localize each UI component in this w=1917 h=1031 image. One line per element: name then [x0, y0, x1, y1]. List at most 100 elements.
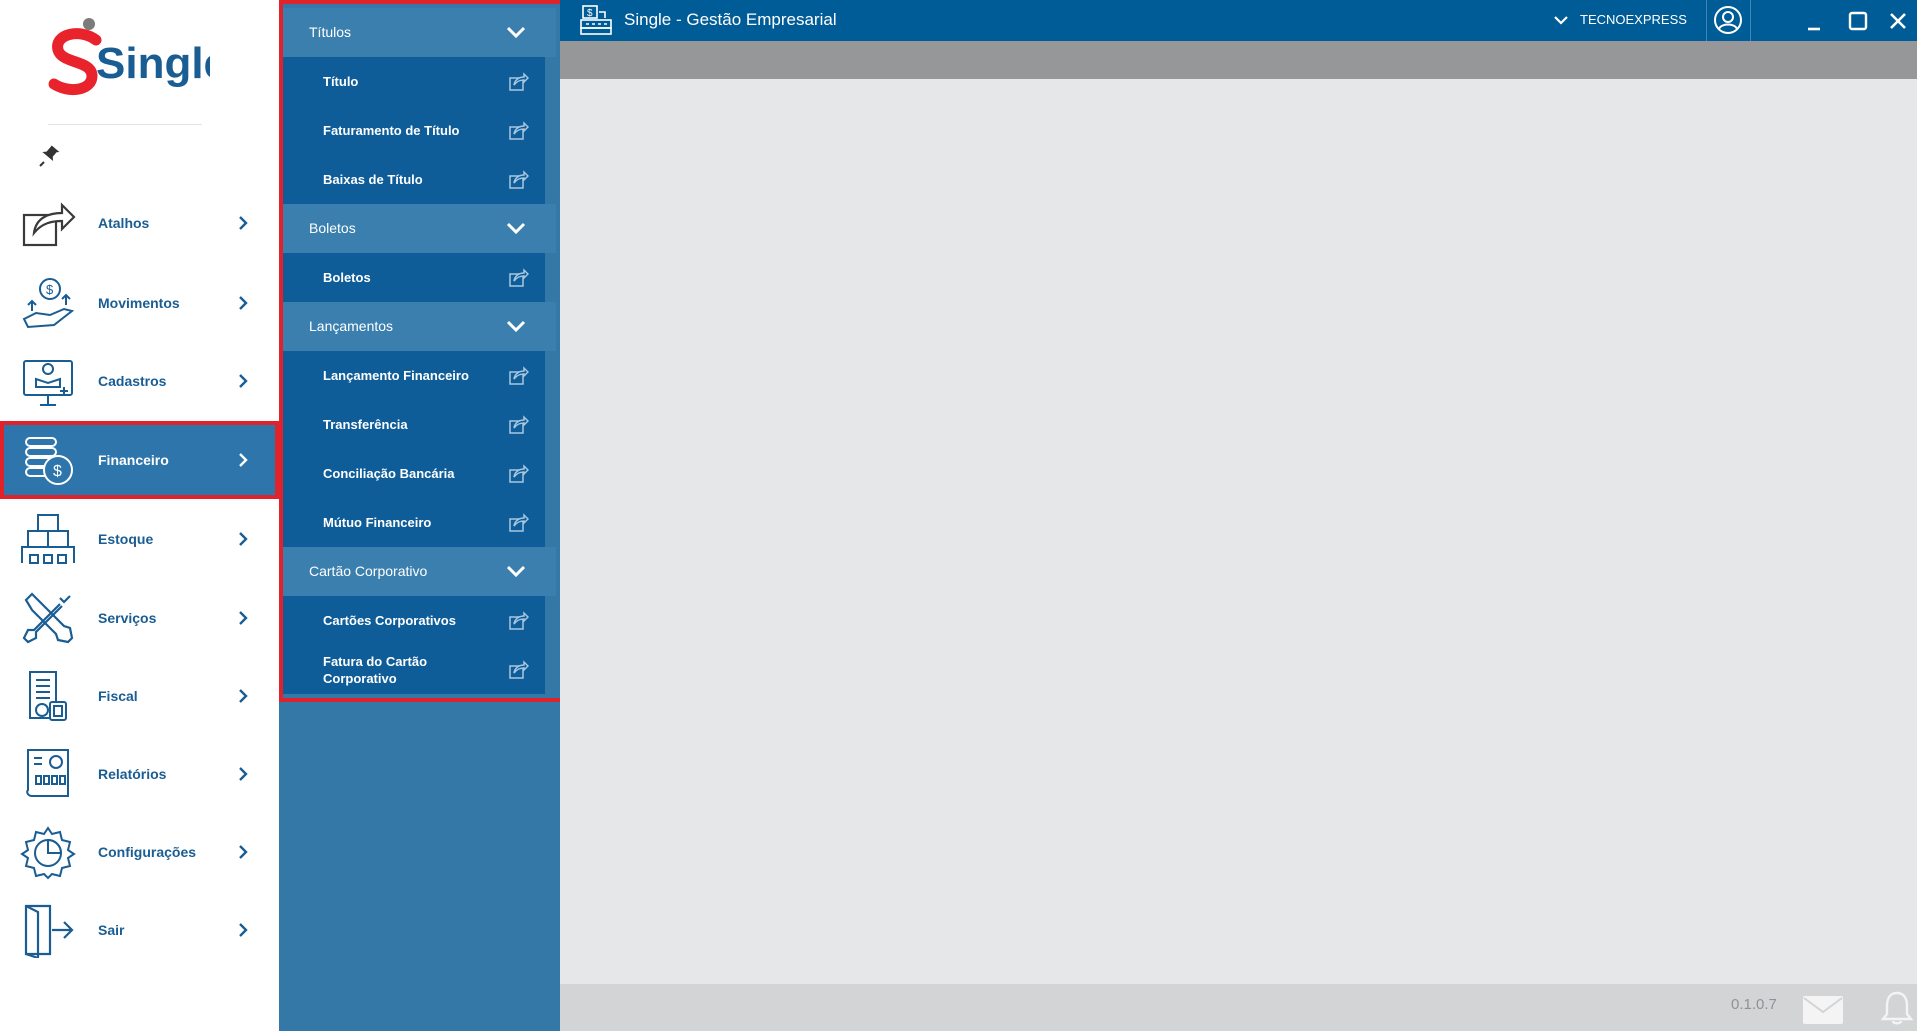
submenu-item-conciliacao-bancaria[interactable]: Conciliação Bancária — [283, 449, 545, 498]
sidebar-item-label: Relatórios — [98, 766, 167, 782]
section-title: Títulos — [309, 24, 352, 40]
open-external-icon[interactable] — [509, 660, 530, 679]
logo-divider — [48, 124, 202, 125]
sidebar-item-servicos[interactable]: Serviços — [0, 579, 279, 657]
submenu-item-boletos[interactable]: Boletos — [283, 253, 545, 302]
sidebar-item-cadastros[interactable]: Cadastros — [0, 342, 279, 420]
open-external-icon[interactable] — [509, 121, 530, 140]
submenu-item-faturamento-titulo[interactable]: Faturamento de Título — [283, 106, 545, 155]
submenu-item-label: Baixas de Título — [323, 172, 423, 187]
submenu-item-baixas-titulo[interactable]: Baixas de Título — [283, 155, 545, 204]
submenu-item-cartoes-corporativos[interactable]: Cartões Corporativos — [283, 596, 545, 645]
submenu-item-label: Conciliação Bancária — [323, 466, 455, 481]
open-external-icon[interactable] — [509, 170, 530, 189]
sidebar-item-label: Financeiro — [98, 452, 169, 468]
pin-icon[interactable] — [36, 142, 62, 168]
fiscal-doc-icon — [20, 668, 76, 724]
submenu-item-label: Transferência — [323, 417, 408, 432]
submenu-item-label: Faturamento de Título — [323, 123, 460, 138]
chevron-right-icon — [236, 451, 250, 469]
submenu-item-label: Cartões Corporativos — [323, 613, 456, 628]
close-button[interactable] — [1884, 7, 1912, 35]
single-logo: Single — [40, 14, 228, 106]
submenu-item-label: Mútuo Financeiro — [323, 515, 432, 530]
chevron-right-icon — [236, 609, 250, 627]
open-external-icon[interactable] — [509, 366, 530, 385]
status-bar: 0.1.0.7 — [560, 984, 1917, 1031]
section-cartao-corporativo[interactable]: Cartão Corporativo — [283, 547, 556, 596]
submenu-item-transferencia[interactable]: Transferência — [283, 400, 545, 449]
sidebar-item-label: Atalhos — [98, 215, 150, 231]
chevron-right-icon — [236, 372, 250, 390]
coins-icon: $ — [20, 432, 76, 488]
chevron-right-icon — [236, 765, 250, 783]
open-external-icon[interactable] — [509, 415, 530, 434]
chevron-right-icon — [236, 843, 250, 861]
submenu-item-lancamento-financeiro[interactable]: Lançamento Financeiro — [283, 351, 545, 400]
section-title: Boletos — [309, 220, 356, 236]
sidebar-item-label: Movimentos — [98, 295, 180, 311]
sidebar-item-label: Sair — [98, 922, 125, 938]
sidebar-item-financeiro[interactable]: $ Financeiro — [0, 421, 279, 499]
section-lancamentos[interactable]: Lançamentos — [283, 302, 556, 351]
chevron-down-icon — [505, 562, 527, 580]
open-external-icon[interactable] — [509, 268, 530, 287]
bell-icon[interactable] — [1880, 990, 1914, 1026]
tabs-bar — [560, 41, 1917, 79]
sidebar-item-label: Estoque — [98, 531, 154, 547]
report-icon — [20, 746, 76, 802]
section-titulos[interactable]: Títulos — [283, 8, 556, 57]
sidebar-item-fiscal[interactable]: Fiscal — [0, 657, 279, 735]
mail-icon[interactable] — [1802, 995, 1844, 1025]
submenu-item-label: Título — [323, 74, 359, 89]
sidebar-item-label: Cadastros — [98, 373, 167, 389]
maximize-button[interactable] — [1844, 7, 1872, 35]
open-external-icon[interactable] — [509, 611, 530, 630]
chevron-right-icon — [236, 921, 250, 939]
app-title: Single - Gestão Empresarial — [624, 10, 837, 29]
sidebar-item-label: Configurações — [98, 844, 197, 860]
section-title: Lançamentos — [309, 318, 394, 334]
open-external-icon[interactable] — [509, 464, 530, 483]
workspace-area — [560, 79, 1917, 984]
title-bar-separator — [1750, 0, 1751, 41]
settings-gear-icon — [20, 824, 76, 880]
svg-text:$: $ — [587, 8, 593, 19]
submenu-item-label: Fatura do Cartão Corporativo — [323, 653, 428, 686]
warehouse-icon — [20, 511, 76, 567]
version-label: 0.1.0.7 — [1731, 996, 1777, 1013]
submenu-item-mutuo-financeiro[interactable]: Mútuo Financeiro — [283, 498, 545, 547]
svg-text:$: $ — [53, 463, 62, 480]
chevron-right-icon — [236, 687, 250, 705]
sidebar-item-atalhos[interactable]: Atalhos — [0, 184, 279, 262]
svg-text:$: $ — [46, 282, 54, 297]
chevron-down-icon — [505, 23, 527, 41]
submenu-item-label: Lançamento Financeiro — [323, 368, 469, 383]
open-external-icon[interactable] — [509, 513, 530, 532]
open-external-icon[interactable] — [509, 72, 530, 91]
chevron-down-icon — [505, 317, 527, 335]
minimize-button[interactable] — [1800, 7, 1828, 35]
sidebar-item-estoque[interactable]: Estoque — [0, 500, 279, 578]
sidebar-item-movimentos[interactable]: $ Movimentos — [0, 264, 279, 342]
user-avatar-icon[interactable] — [1713, 5, 1743, 35]
chevron-down-icon[interactable] — [1553, 13, 1569, 27]
chevron-down-icon — [505, 219, 527, 237]
monitor-user-icon — [20, 353, 76, 409]
submenu-item-fatura-cartao-corporativo[interactable]: Fatura do Cartão Corporativo — [283, 645, 545, 694]
title-bar-separator — [1706, 0, 1707, 41]
sidebar-item-configuracoes[interactable]: Configurações — [0, 813, 279, 891]
chevron-right-icon — [236, 294, 250, 312]
submenu-item-titulo[interactable]: Título — [283, 57, 545, 106]
chevron-right-icon — [236, 530, 250, 548]
tools-icon — [20, 590, 76, 646]
logo-text: Single — [96, 39, 210, 88]
sidebar-item-relatorios[interactable]: Relatórios — [0, 735, 279, 813]
submenu-item-label: Boletos — [323, 270, 371, 285]
share-icon — [20, 195, 76, 251]
sidebar-item-sair[interactable]: Sair — [0, 891, 279, 969]
company-selector[interactable]: TECNOEXPRESS — [1580, 0, 1687, 40]
cash-register-icon: $ — [579, 4, 613, 36]
sidebar-item-label: Serviços — [98, 610, 157, 626]
section-boletos[interactable]: Boletos — [283, 204, 556, 253]
